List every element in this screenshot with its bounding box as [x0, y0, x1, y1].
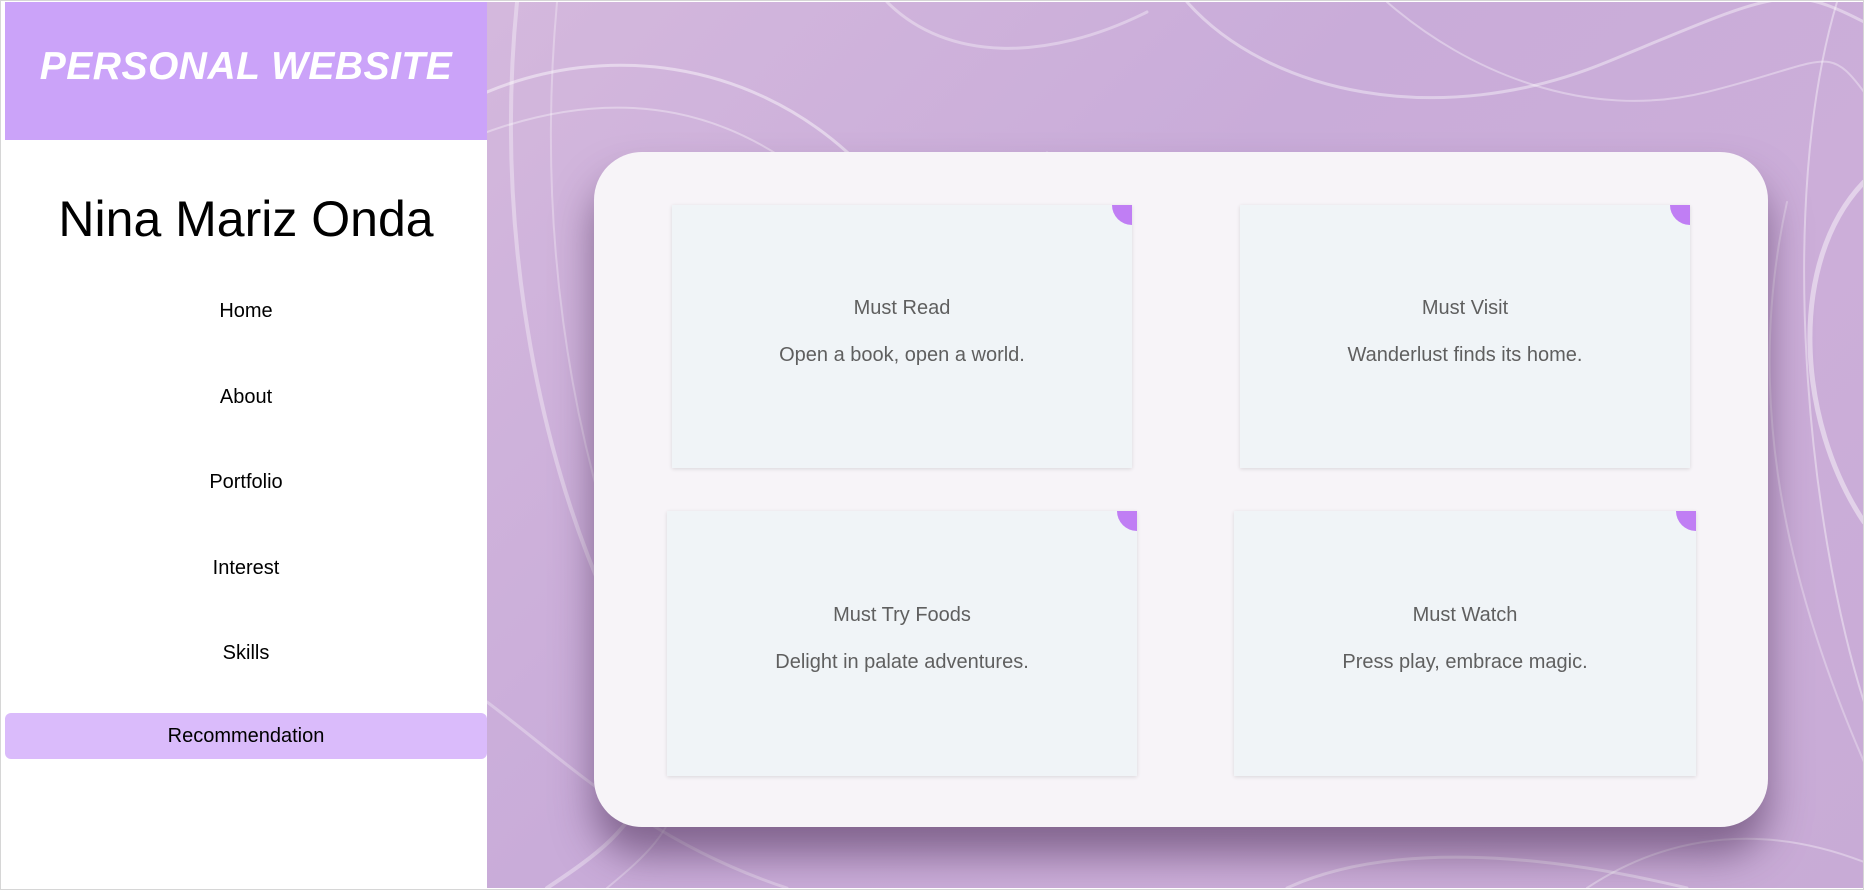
card-title: Must Read [853, 296, 951, 319]
site-title[interactable]: PERSONAL WEBSITE [40, 45, 453, 89]
card-text: Press play, embrace magic. [1342, 650, 1588, 673]
card-must-visit[interactable]: Must Visit Wanderlust finds its home. [1240, 205, 1690, 468]
nav-item-recommendation[interactable]: Recommendation [5, 713, 487, 759]
card-title: Must Visit [1421, 296, 1509, 319]
recommendation-panel: Must Read Open a book, open a world. Mus… [594, 152, 1768, 827]
card-text: Wanderlust finds its home. [1347, 343, 1583, 366]
nav-item-interest[interactable]: Interest [5, 545, 487, 591]
card-corner-accent [1112, 205, 1132, 225]
browser-viewport: PERSONAL WEBSITE Nina Mariz Onda Home Ab… [0, 0, 1864, 890]
card-must-try-foods[interactable]: Must Try Foods Delight in palate adventu… [667, 511, 1137, 776]
nav-item-about[interactable]: About [5, 374, 487, 420]
nav-item-portfolio[interactable]: Portfolio [5, 459, 487, 505]
sidebar: PERSONAL WEBSITE Nina Mariz Onda Home Ab… [5, 2, 487, 888]
nav-item-home[interactable]: Home [5, 288, 487, 334]
card-corner-accent [1117, 511, 1137, 531]
site-header: PERSONAL WEBSITE [5, 2, 487, 140]
card-text: Open a book, open a world. [779, 343, 1025, 366]
card-title: Must Try Foods [833, 603, 971, 626]
card-must-read[interactable]: Must Read Open a book, open a world. [672, 205, 1132, 468]
nav-item-skills[interactable]: Skills [5, 630, 487, 676]
card-title: Must Watch [1412, 603, 1518, 626]
card-text: Delight in palate adventures. [775, 650, 1029, 673]
card-must-watch[interactable]: Must Watch Press play, embrace magic. [1234, 511, 1696, 776]
owner-name: Nina Mariz Onda [58, 191, 434, 247]
main-content: Must Read Open a book, open a world. Mus… [487, 2, 1863, 888]
card-corner-accent [1670, 205, 1690, 225]
card-corner-accent [1676, 511, 1696, 531]
